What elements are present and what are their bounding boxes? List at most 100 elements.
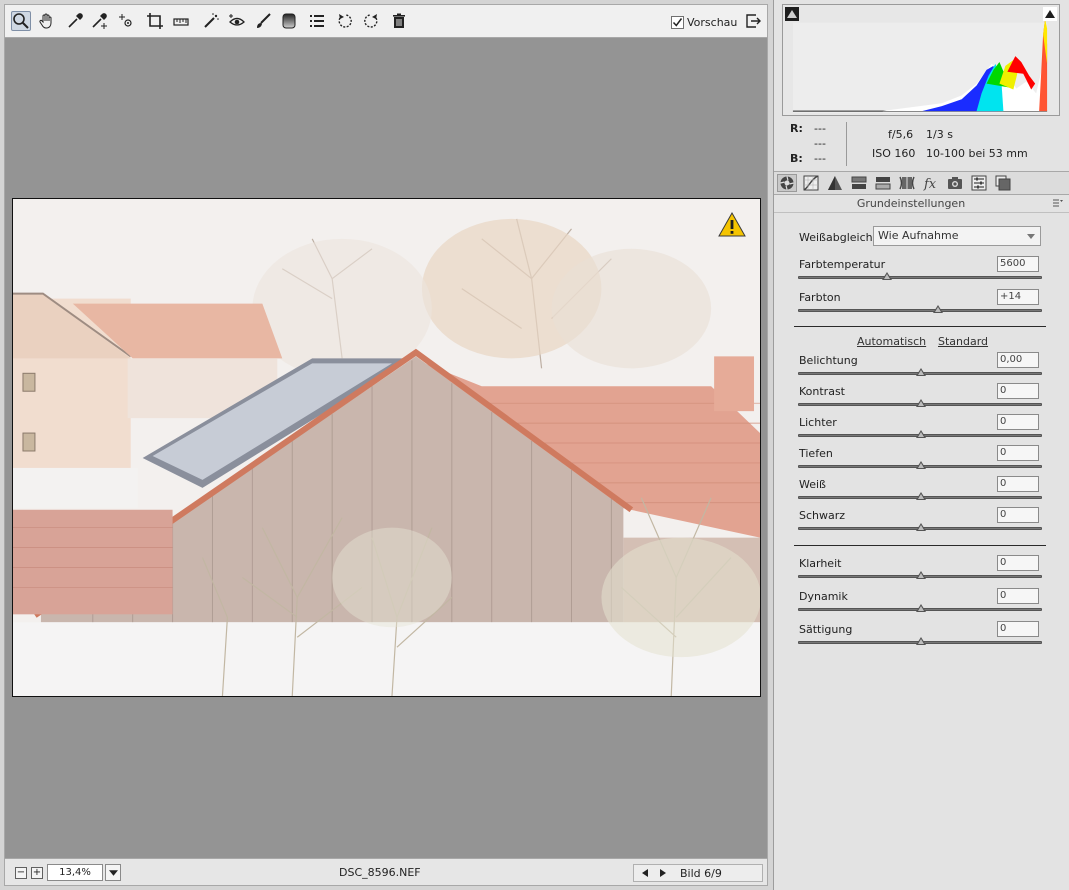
adjustment-brush-icon[interactable] (253, 11, 273, 31)
value-field-clarity[interactable]: 0 (997, 555, 1039, 571)
hand-icon[interactable] (37, 11, 57, 31)
slider-thumb-shadows[interactable] (916, 461, 926, 469)
crop-icon[interactable] (145, 11, 165, 31)
default-link[interactable]: Standard (938, 335, 988, 348)
rotate-left-icon[interactable] (335, 11, 355, 31)
shadow-clipping-toggle[interactable] (785, 7, 799, 21)
slider-blacks[interactable] (798, 523, 1042, 531)
preview-canvas[interactable] (4, 38, 768, 858)
red-label: R: (790, 122, 803, 135)
presets-icon[interactable] (969, 174, 989, 192)
value-field-contrast[interactable]: 0 (997, 383, 1039, 399)
photo-preview[interactable] (12, 198, 761, 697)
slider-thumb-whites[interactable] (916, 492, 926, 500)
chevron-down-icon (108, 869, 118, 876)
value-field-whites[interactable]: 0 (997, 476, 1039, 492)
hsl-icon[interactable] (849, 174, 869, 192)
histogram-graph (783, 5, 1059, 115)
slider-thumb-tint[interactable] (933, 305, 943, 313)
lens-info: 10-100 bei 53 mm (926, 147, 1028, 160)
slider-thumb-highlights[interactable] (916, 430, 926, 438)
clipping-warning-icon[interactable] (717, 211, 747, 239)
slider-thumb-clarity[interactable] (916, 571, 926, 579)
slider-clarity[interactable] (798, 571, 1042, 579)
slider-label-highlights: Lichter (799, 416, 837, 429)
camera-calibration-icon[interactable] (945, 174, 965, 192)
value-field-shadows[interactable]: 0 (997, 445, 1039, 461)
zoom-level-field[interactable]: 13,4% (47, 864, 103, 881)
next-image-button[interactable] (656, 867, 670, 879)
image-info: R: --- --- B: --- f/5,6 1/3 s ISO 160 10… (774, 118, 1069, 170)
spot-removal-icon[interactable] (201, 11, 221, 31)
rotate-right-icon[interactable] (361, 11, 381, 31)
file-name: DSC_8596.NEF (339, 866, 421, 879)
snapshots-icon[interactable] (993, 174, 1013, 192)
value-field-vibrance[interactable]: 0 (997, 588, 1039, 604)
green-value: --- (814, 137, 826, 150)
previous-image-button[interactable] (638, 867, 652, 879)
value-field-saturation[interactable]: 0 (997, 621, 1039, 637)
arrow-left-icon (642, 869, 648, 877)
slider-thumb-blacks[interactable] (916, 523, 926, 531)
info-divider (846, 122, 847, 166)
basic-settings-icon[interactable] (777, 174, 797, 192)
preferences-icon[interactable] (307, 11, 327, 31)
slider-thumb-exposure[interactable] (916, 368, 926, 376)
status-bar: − + 13,4% DSC_8596.NEF Bild 6/9 (4, 858, 768, 886)
work-area: Vorschau − + 13,4% DSC_8596.NEF Bild 6/9 (0, 0, 770, 890)
value-field-blacks[interactable]: 0 (997, 507, 1039, 523)
panel-menu-icon[interactable] (1052, 197, 1064, 209)
slider-temp[interactable] (798, 272, 1042, 280)
auto-link[interactable]: Automatisch (857, 335, 926, 348)
detail-icon[interactable] (825, 174, 845, 192)
white-balance-select[interactable]: Wie Aufnahme (873, 226, 1041, 246)
zoom-dropdown-button[interactable] (105, 864, 121, 881)
split-toning-icon[interactable] (873, 174, 893, 192)
red-eye-icon[interactable] (227, 11, 247, 31)
preview-label: Vorschau (687, 15, 738, 29)
slider-thumb-vibrance[interactable] (916, 604, 926, 612)
checkmark-icon (672, 17, 683, 27)
slider-label-temp: Farbtemperatur (799, 258, 886, 271)
value-field-exposure[interactable]: 0,00 (997, 352, 1039, 368)
slider-tint[interactable] (798, 305, 1042, 313)
targeted-adjustment-icon[interactable] (117, 11, 137, 31)
slider-highlights[interactable] (798, 430, 1042, 438)
white-balance-eyedropper-icon[interactable] (65, 11, 85, 31)
zoom-icon[interactable] (11, 11, 31, 31)
white-balance-value: Wie Aufnahme (878, 229, 959, 242)
slider-vibrance[interactable] (798, 604, 1042, 612)
slider-contrast[interactable] (798, 399, 1042, 407)
fullscreen-toggle-icon[interactable] (743, 11, 763, 31)
slider-thumb-saturation[interactable] (916, 637, 926, 645)
preview-toggle[interactable]: Vorschau (671, 13, 737, 31)
value-field-temp[interactable]: 5600 (997, 256, 1039, 272)
slider-thumb-contrast[interactable] (916, 399, 926, 407)
straighten-icon[interactable] (171, 11, 191, 31)
preview-checkbox[interactable] (671, 15, 684, 29)
slider-shadows[interactable] (798, 461, 1042, 469)
toolbar: Vorschau (4, 4, 768, 38)
zoom-in-button[interactable]: + (31, 867, 43, 879)
tone-curve-icon[interactable] (801, 174, 821, 192)
slider-label-saturation: Sättigung (799, 623, 853, 636)
triangle-up-icon (787, 10, 797, 18)
slider-saturation[interactable] (798, 637, 1042, 645)
zoom-out-button[interactable]: − (15, 867, 27, 879)
section-divider (794, 326, 1046, 327)
aperture: f/5,6 (888, 128, 914, 141)
highlight-clipping-toggle[interactable] (1043, 7, 1057, 21)
trash-icon[interactable] (389, 11, 409, 31)
graduated-filter-icon[interactable] (279, 11, 299, 31)
slider-exposure[interactable] (798, 368, 1042, 376)
value-field-highlights[interactable]: 0 (997, 414, 1039, 430)
slider-whites[interactable] (798, 492, 1042, 500)
slider-label-shadows: Tiefen (799, 447, 833, 460)
arrow-right-icon (660, 869, 666, 877)
lens-corrections-icon[interactable] (897, 174, 917, 192)
effects-icon[interactable]: fx (921, 174, 941, 192)
value-field-tint[interactable]: +14 (997, 289, 1039, 305)
color-sampler-icon[interactable] (89, 11, 109, 31)
slider-thumb-temp[interactable] (882, 272, 892, 280)
slider-label-whites: Weiß (799, 478, 826, 491)
